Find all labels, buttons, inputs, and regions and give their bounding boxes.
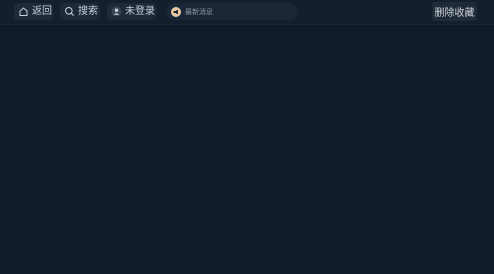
login-status-button[interactable]: 未登录 [107,3,156,20]
remove-favorite-button[interactable]: 删除收藏 [432,2,477,21]
news-ticker[interactable]: 最新消息 [166,3,298,20]
search-label: 搜索 [78,6,98,17]
top-toolbar: 返回 搜索 未登录 最新消息 删除收藏 [0,0,494,25]
home-icon [18,6,29,17]
news-ticker-text: 最新消息 [185,7,213,16]
user-icon [111,6,122,17]
app-window: 返回 搜索 未登录 最新消息 删除收藏 [0,0,494,274]
back-label: 返回 [32,6,52,17]
search-icon [64,6,75,17]
search-button[interactable]: 搜索 [60,3,100,20]
back-button[interactable]: 返回 [14,3,53,20]
main-content-area [0,25,494,274]
megaphone-icon [171,6,181,17]
login-label: 未登录 [125,6,155,17]
